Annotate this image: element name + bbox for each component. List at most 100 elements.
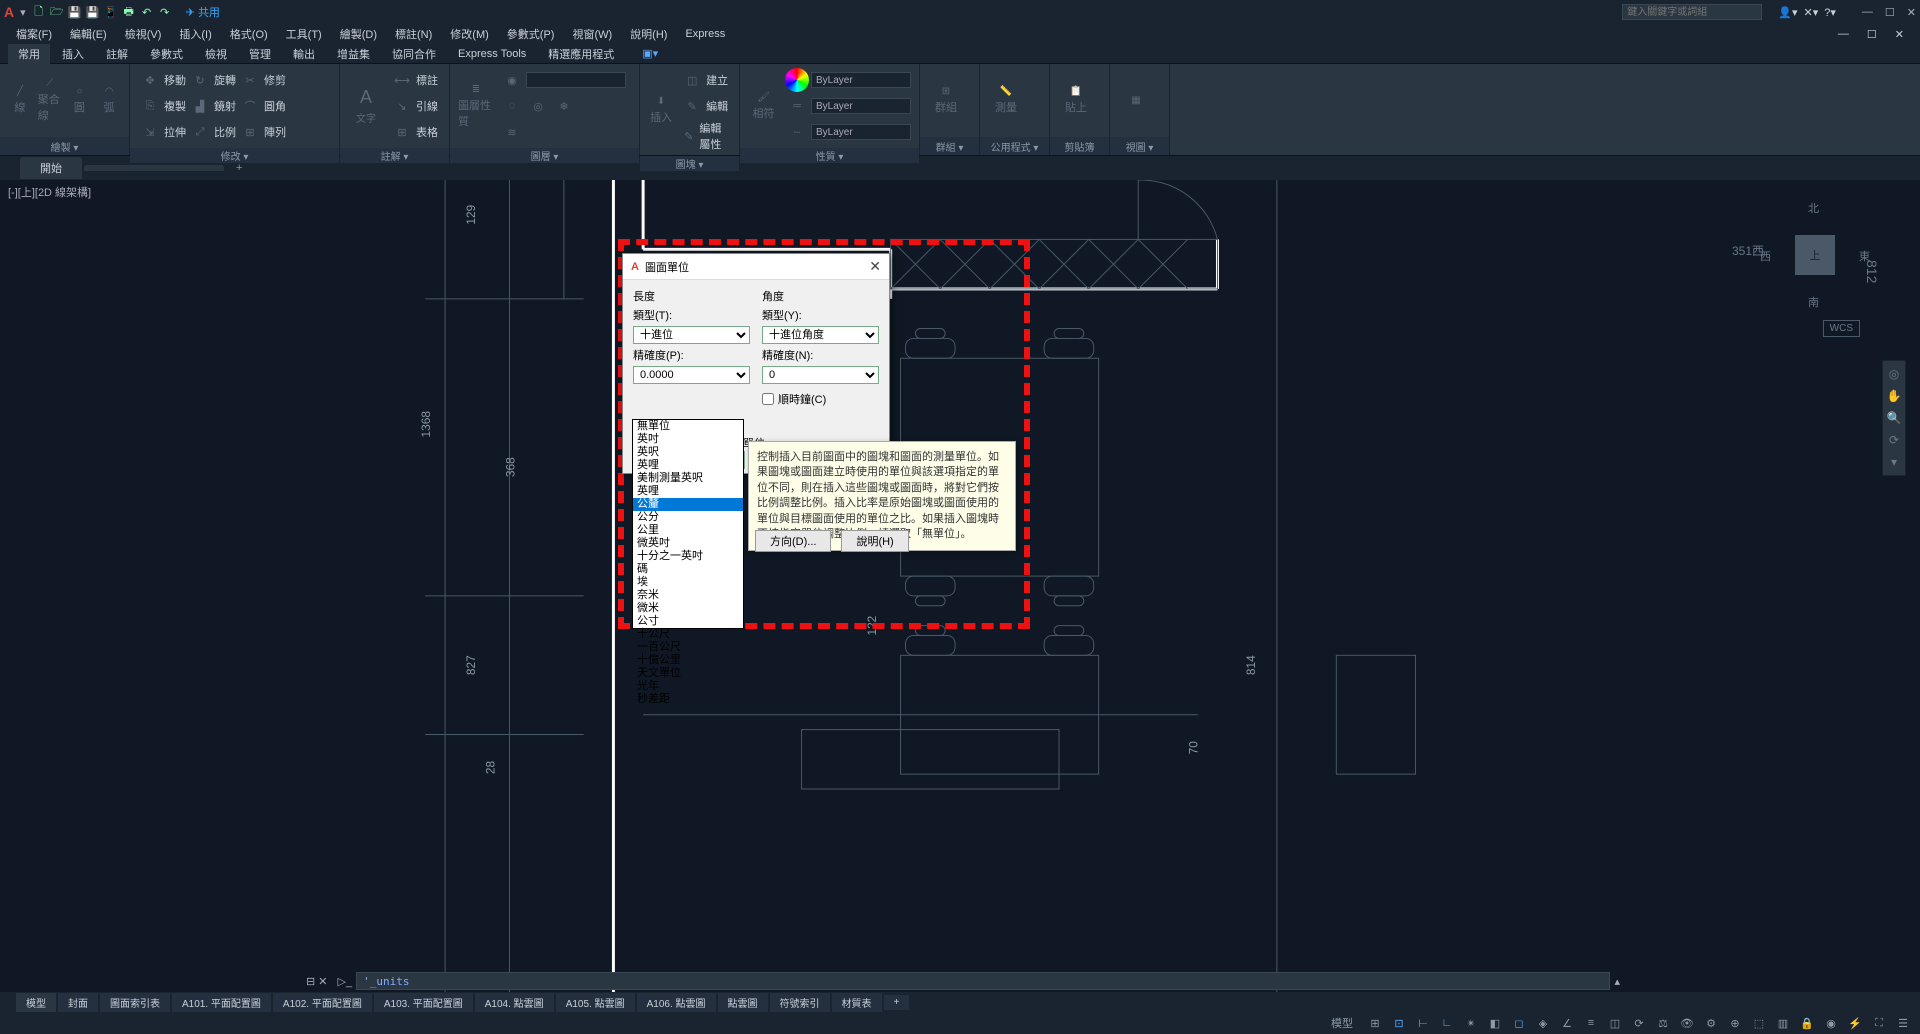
annovisible-icon[interactable]: 👁 xyxy=(1678,1016,1696,1031)
panel-annot-label[interactable]: 註解 ▾ xyxy=(340,148,449,163)
saveas-icon[interactable]: 💾 xyxy=(86,5,100,19)
menu-view[interactable]: 檢視(V) xyxy=(117,24,170,44)
lock-ui-icon[interactable]: 🔒 xyxy=(1798,1016,1816,1031)
layout-tab[interactable]: A101. 平面配置圖 xyxy=(172,993,271,1012)
viewcube-top[interactable]: 上 xyxy=(1795,235,1835,275)
annoscale-icon[interactable]: ⚖ xyxy=(1654,1016,1672,1031)
layout-tab[interactable]: A103. 平面配置圖 xyxy=(374,993,473,1012)
panel-clip-label[interactable]: 剪貼簿 xyxy=(1050,137,1109,155)
dd-item[interactable]: 十億公里 xyxy=(633,654,743,667)
angle-prec-select[interactable]: 0 xyxy=(762,366,879,384)
dd-item[interactable]: 光年 xyxy=(633,680,743,693)
dd-item[interactable]: 碼 xyxy=(633,563,743,576)
layer-icon[interactable]: ◉ xyxy=(500,68,524,92)
tab-param[interactable]: 參數式 xyxy=(140,44,193,64)
dd-item[interactable]: 埃 xyxy=(633,576,743,589)
mdi-close-icon[interactable]: ✕ xyxy=(1887,26,1912,43)
clockwise-checkbox[interactable] xyxy=(762,393,774,405)
dd-item[interactable]: 英吋 xyxy=(633,433,743,446)
layerfrz-icon[interactable]: ❄ xyxy=(552,94,576,118)
tab-insert[interactable]: 插入 xyxy=(52,44,94,64)
doctab-start[interactable]: 開始 xyxy=(20,157,82,179)
help-button[interactable]: 說明(H) xyxy=(841,530,908,552)
nav-orbit-icon[interactable]: ⟳ xyxy=(1889,433,1899,447)
iso-icon[interactable]: ◧ xyxy=(1486,1016,1504,1031)
help-icon[interactable]: ?▾ xyxy=(1824,6,1836,19)
mirror-button[interactable]: ▟ xyxy=(188,94,212,118)
ltype-icon[interactable]: ┄ xyxy=(785,120,809,144)
polar-icon[interactable]: ✴ xyxy=(1462,1016,1480,1031)
layeroff-icon[interactable]: ◌ xyxy=(500,94,524,118)
ribbon-focus-icon[interactable]: ▣▾ xyxy=(632,45,668,62)
cmd-close-icon[interactable]: ⊟ ✕ xyxy=(300,975,334,988)
layout-tab[interactable]: 符號索引 xyxy=(770,993,830,1012)
annomon-icon[interactable]: ⊕ xyxy=(1726,1016,1744,1031)
menu-dim[interactable]: 標註(N) xyxy=(387,24,440,44)
layout-tab[interactable]: A106. 點雲圖 xyxy=(637,993,716,1012)
insert-button[interactable]: ⬇插入 xyxy=(648,85,674,135)
panel-prop-label[interactable]: 性質 ▾ xyxy=(740,148,919,163)
grid-icon[interactable]: ⊞ xyxy=(1366,1016,1384,1031)
copy-button[interactable]: ⎘ xyxy=(138,94,162,118)
move-button[interactable]: ✥ xyxy=(138,68,162,92)
infer-icon[interactable]: ⊢ xyxy=(1414,1016,1432,1031)
panel-block-label[interactable]: 圖塊 ▾ xyxy=(640,156,739,171)
menu-drop-icon[interactable]: ▾ xyxy=(20,6,26,19)
cleanscreen-icon[interactable]: ⛶ xyxy=(1870,1016,1888,1031)
menu-param[interactable]: 參數式(P) xyxy=(499,24,563,44)
layout-tab[interactable]: A104. 點雲圖 xyxy=(475,993,554,1012)
stretch-button[interactable]: ⇲ xyxy=(138,120,162,144)
nav-zoom-icon[interactable]: 🔍 xyxy=(1887,411,1902,425)
insert-unit-dropdown[interactable]: 無單位 英吋 英呎 英哩 美制測量英呎 英哩 公釐 公分 公里 微英吋 十分之一… xyxy=(632,419,744,629)
tab-manage[interactable]: 管理 xyxy=(239,44,281,64)
dialog-close-icon[interactable]: ✕ xyxy=(869,258,881,275)
tab-home[interactable]: 常用 xyxy=(8,44,50,64)
dialog-titlebar[interactable]: A 圖面單位 ✕ xyxy=(623,254,889,280)
ltype-input[interactable] xyxy=(811,124,911,140)
doctab-current[interactable] xyxy=(84,165,224,171)
cmd-expand-icon[interactable]: ▴ xyxy=(1614,975,1620,988)
layout-tab[interactable]: A105. 點雲圖 xyxy=(556,993,635,1012)
doctab-add[interactable]: + xyxy=(226,159,252,177)
color-input[interactable] xyxy=(811,72,911,88)
dd-item[interactable]: 十公尺 xyxy=(633,628,743,641)
direction-button[interactable]: 方向(D)... xyxy=(755,530,831,552)
isolate-icon[interactable]: ◉ xyxy=(1822,1016,1840,1031)
fillet-button[interactable]: ⌒ xyxy=(238,94,262,118)
new-icon[interactable]: 🗋 xyxy=(32,5,46,19)
dd-item[interactable]: 美制測量英呎 xyxy=(633,472,743,485)
layeriso-icon[interactable]: ◎ xyxy=(526,94,550,118)
color-icon[interactable] xyxy=(785,68,809,92)
mdi-min-icon[interactable]: — xyxy=(1830,26,1857,42)
osnap-icon[interactable]: ◻ xyxy=(1510,1016,1528,1031)
group-button[interactable]: ⊞群組 xyxy=(928,76,964,126)
tab-express[interactable]: Express Tools xyxy=(448,46,536,62)
dd-item[interactable]: 英哩 xyxy=(633,485,743,498)
menu-file[interactable]: 檔案(F) xyxy=(8,24,60,44)
layout-model[interactable]: 模型 xyxy=(16,993,56,1012)
paste-button[interactable]: 📋貼上 xyxy=(1058,76,1094,126)
viewcube-south[interactable]: 南 xyxy=(1808,294,1819,310)
arc-button[interactable]: ◠弧 xyxy=(97,76,121,126)
dd-item[interactable]: 一百公尺 xyxy=(633,641,743,654)
tab-collab[interactable]: 協同合作 xyxy=(382,44,446,64)
redo-icon[interactable]: ↷ xyxy=(158,5,172,19)
share-button[interactable]: ✈ 共用 xyxy=(186,4,220,20)
layerprop-button[interactable]: ≣圖層性質 xyxy=(458,81,494,131)
cycle-icon[interactable]: ⟳ xyxy=(1630,1016,1648,1031)
tab-addins[interactable]: 增益集 xyxy=(327,44,380,64)
units-status-icon[interactable]: ⬚ xyxy=(1750,1016,1768,1031)
snap-icon[interactable]: ⊡ xyxy=(1390,1016,1408,1031)
ortho-icon[interactable]: ∟ xyxy=(1438,1016,1456,1030)
dd-item[interactable]: 十分之一英吋 xyxy=(633,550,743,563)
menu-format[interactable]: 格式(O) xyxy=(222,24,276,44)
dd-item[interactable]: 奈米 xyxy=(633,589,743,602)
undo-icon[interactable]: ↶ xyxy=(140,5,154,19)
layer-current[interactable] xyxy=(526,72,626,88)
circle-button[interactable]: ○圓 xyxy=(68,76,92,126)
baseview-button[interactable]: ▦ xyxy=(1118,76,1154,126)
menu-modify[interactable]: 修改(M) xyxy=(442,24,497,44)
panel-draw-label[interactable]: 繪製 ▾ xyxy=(0,137,129,155)
search-input[interactable] xyxy=(1622,4,1762,20)
dd-item[interactable]: 公寸 xyxy=(633,615,743,628)
